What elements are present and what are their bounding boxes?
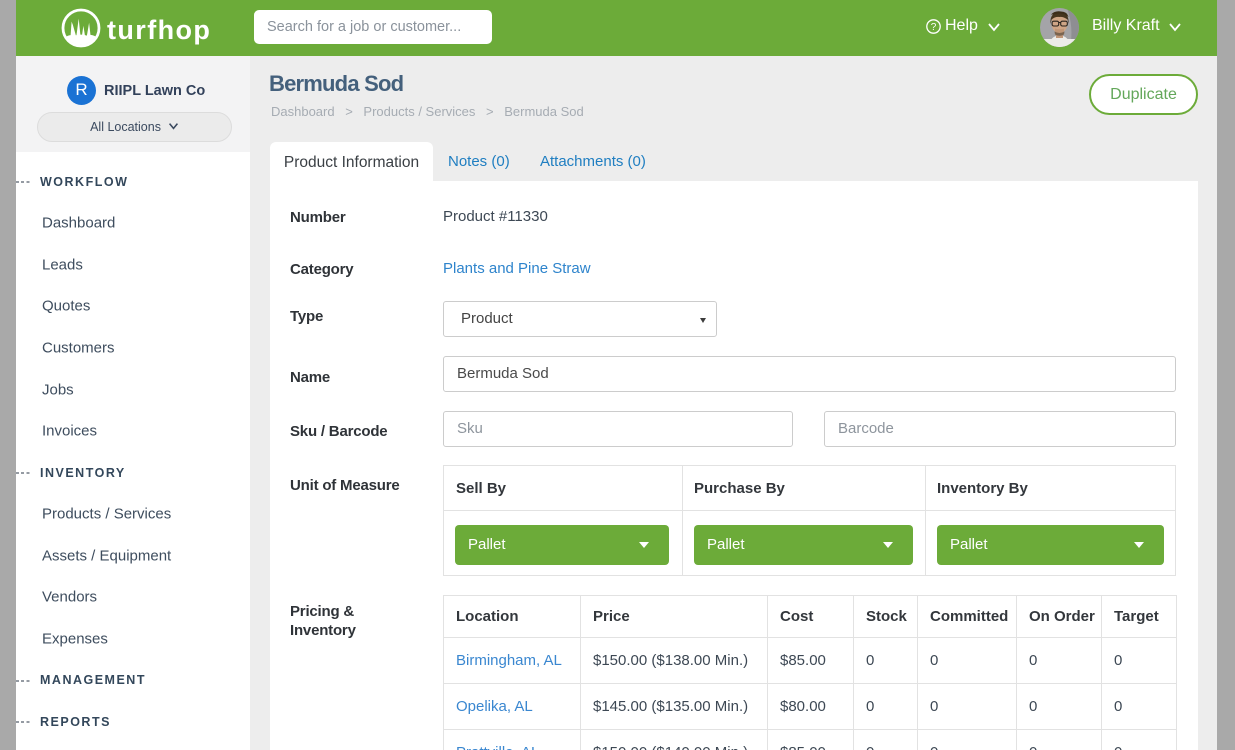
svg-text:?: ? [931,22,937,33]
